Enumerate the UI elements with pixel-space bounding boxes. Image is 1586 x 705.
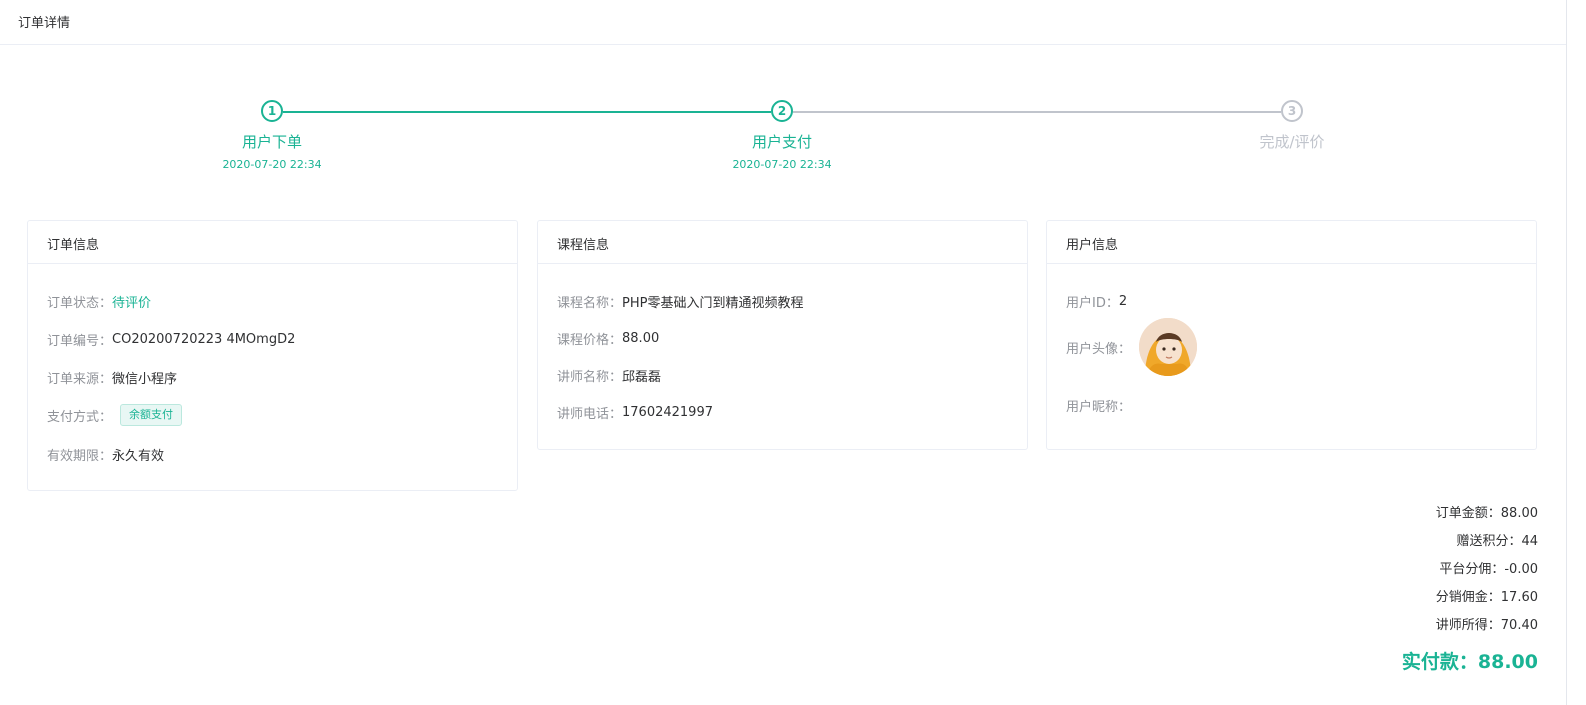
course-name-value: PHP零基础入门到精通视频教程	[622, 295, 804, 311]
page-header: 订单详情	[0, 0, 1566, 45]
teacher-name-label: 讲师名称：	[557, 369, 623, 385]
order-number-label: 订单编号：	[47, 333, 113, 349]
user-nickname-row: 用户昵称：	[1066, 396, 1517, 415]
course-info-card: 课程信息 课程名称： PHP零基础入门到精通视频教程 课程价格： 88.00 讲…	[537, 220, 1028, 450]
step-title: 用户下单	[241, 133, 302, 151]
step-number-icon: 3	[1281, 100, 1303, 122]
payment-method-label: 支付方式：	[47, 409, 113, 425]
user-avatar-row: 用户头像：	[1066, 318, 1517, 376]
teacher-name-value: 邱磊磊	[622, 369, 662, 385]
course-price-label: 课程价格：	[557, 332, 623, 348]
user-nickname-label: 用户昵称：	[1066, 399, 1132, 415]
avatar-illustration	[1139, 318, 1198, 376]
order-status-value: 待评价	[112, 295, 152, 311]
teacher-phone-label: 讲师电话：	[557, 406, 623, 422]
page-title: 订单详情	[18, 16, 71, 31]
step-time: 2020-07-20 22:34	[732, 158, 832, 171]
user-avatar-label: 用户头像：	[1066, 341, 1132, 357]
validity-label: 有效期限：	[47, 448, 113, 464]
user-avatar-image[interactable]	[1139, 318, 1198, 376]
user-id-value: 2	[1118, 293, 1128, 309]
card-title: 用户信息	[1047, 221, 1536, 264]
bonus-points: 赠送积分：44	[1456, 534, 1538, 549]
user-id-label: 用户ID：	[1066, 295, 1119, 311]
course-price-row: 课程价格： 88.00	[557, 329, 1008, 348]
step-user-order: 1 用户下单 2020-07-20 22:34	[172, 100, 372, 171]
platform-commission: 平台分佣：-0.00	[1439, 562, 1538, 577]
scrollbar-track	[1566, 0, 1567, 705]
order-number-value: CO20200720223 4MOmgD2	[112, 331, 296, 347]
order-number-row: 订单编号： CO20200720223 4MOmgD2	[47, 330, 498, 349]
user-info-card: 用户信息 用户ID： 2 用户头像： 用户昵称：	[1046, 220, 1537, 450]
validity-value: 永久有效	[112, 448, 165, 464]
distribution-commission: 分销佣金：17.60	[1435, 590, 1538, 605]
step-number-icon: 2	[771, 100, 793, 122]
paid-total: 实付款：88.00	[1401, 651, 1538, 673]
order-source-row: 订单来源： 微信小程序	[47, 368, 498, 387]
order-source-label: 订单来源：	[47, 371, 113, 387]
order-status-row: 订单状态： 待评价	[47, 292, 498, 311]
course-name-row: 课程名称： PHP零基础入门到精通视频教程	[557, 292, 1008, 311]
teacher-income: 讲师所得：70.40	[1435, 618, 1538, 633]
order-source-value: 微信小程序	[112, 371, 178, 387]
step-complete-review: 3 完成/评价	[1192, 100, 1392, 158]
step-time: 2020-07-20 22:34	[222, 158, 322, 171]
step-title: 完成/评价	[1259, 133, 1325, 151]
card-title: 订单信息	[28, 221, 517, 264]
step-user-payment: 2 用户支付 2020-07-20 22:34	[682, 100, 882, 171]
step-title: 用户支付	[751, 133, 812, 151]
course-name-label: 课程名称：	[557, 295, 623, 311]
order-amount: 订单金额：88.00	[1435, 506, 1538, 521]
teacher-name-row: 讲师名称： 邱磊磊	[557, 366, 1008, 385]
payment-method-row: 支付方式： 余额支付	[47, 403, 498, 427]
step-number-icon: 1	[261, 100, 283, 122]
course-price-value: 88.00	[622, 330, 660, 346]
order-status-label: 订单状态：	[47, 295, 113, 311]
order-summary: 订单金额：88.00 赠送积分：44 平台分佣：-0.00 分销佣金：17.60…	[1402, 505, 1538, 674]
order-info-card: 订单信息 订单状态： 待评价 订单编号： CO20200720223 4MOmg…	[27, 220, 518, 491]
teacher-phone-row: 讲师电话： 17602421997	[557, 403, 1008, 422]
user-id-row: 用户ID： 2	[1066, 292, 1517, 311]
order-progress-steps: 1 用户下单 2020-07-20 22:34 2 用户支付 2020-07-2…	[0, 100, 1566, 180]
validity-row: 有效期限： 永久有效	[47, 445, 498, 464]
payment-method-tag: 余额支付	[120, 404, 183, 426]
teacher-phone-value: 17602421997	[622, 404, 713, 420]
card-title: 课程信息	[538, 221, 1027, 264]
